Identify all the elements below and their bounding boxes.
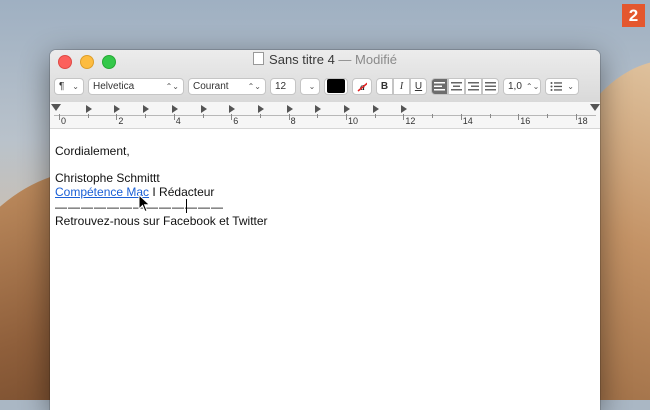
ruler-tick [403,114,405,120]
tab-stop-marker[interactable] [372,105,379,113]
font-family-value: Helvetica [93,80,135,92]
signature-role: I Rédacteur [149,185,215,199]
font-style-value: Courant [193,80,229,92]
chevron-down-icon: ⌄ [567,81,574,91]
align-center-icon [451,81,462,90]
ruler-tick [489,114,491,118]
ruler-tick [432,114,434,118]
italic-button[interactable]: I [393,77,410,95]
ruler-tick [546,114,548,118]
signature-title-line: Compétence Mac I Rédacteur [55,185,214,199]
left-margin-marker[interactable] [51,104,61,111]
modified-indicator: — Modifié [334,52,397,67]
ruler-tick [288,114,290,120]
ruler-number: 18 [577,116,588,126]
link-competence-mac[interactable]: Compétence Mac [55,185,149,199]
font-family-popup[interactable]: Helvetica ⌃⌄ [88,77,184,95]
updown-chevron-icon: ⌃⌄ [247,81,261,91]
tab-stop-marker[interactable] [114,105,121,113]
paragraph-style-popup[interactable]: ¶ ⌄ [54,77,84,95]
ruler-tick [518,114,520,120]
updown-chevron-icon: ⌃⌄ [165,81,179,91]
highlight-color-well[interactable]: a [352,77,372,95]
ruler-number: 16 [520,116,531,126]
justify-icon [485,81,496,90]
document-text-area[interactable]: Cordialement, Christophe Schmittt Compét… [50,129,600,410]
right-margin-marker[interactable] [590,104,600,111]
font-size-value: 12 [275,80,287,92]
font-size-menu[interactable]: ⌄ [300,77,320,95]
bold-button[interactable]: B [376,77,393,95]
tab-stop-marker[interactable] [286,105,293,113]
ruler-number: 6 [233,116,239,126]
list-bullets-popup[interactable]: ⌄ [545,77,579,95]
alignment-group [431,77,499,95]
ruler-tick [116,114,118,120]
font-style-popup[interactable]: Courant ⌃⌄ [188,77,266,95]
ruler-tick [374,114,376,118]
align-center-button[interactable] [448,77,465,95]
window-title-text: Sans titre 4 [269,52,335,67]
tab-stop-marker[interactable] [315,105,322,113]
align-right-button[interactable] [465,77,482,95]
tab-stop-marker[interactable] [401,105,408,113]
ruler-baseline [54,115,596,116]
tab-stop-marker[interactable] [85,105,92,113]
textedit-window: Sans titre 4 — Modifié ¶ ⌄ Helvetica ⌃⌄ Co… [50,50,600,410]
text-color-swatch [327,79,345,93]
ruler-tick [202,114,204,118]
text-caret [186,199,187,213]
align-right-icon [468,81,479,90]
ruler-number: 8 [290,116,296,126]
ruler-tick [259,114,261,118]
tab-stop-marker[interactable] [143,105,150,113]
chevron-down-icon: ⌄ [72,81,79,91]
ruler[interactable]: 0 2 4 6 8 10 12 14 16 18 [50,102,600,129]
ruler-tick [59,114,60,120]
ruler-tick [173,114,175,120]
justify-button[interactable] [482,77,499,95]
title-bar: Sans titre 4 — Modifié ¶ ⌄ Helvetica ⌃⌄ Co… [50,50,600,103]
signature-name: Christophe Schmittt [55,171,160,185]
style-button-group: B I U [376,77,427,95]
closing-line: Cordialement, [55,144,130,158]
tab-stop-marker[interactable] [257,105,264,113]
text-color-well[interactable] [324,77,348,95]
no-highlight-icon: a [357,82,367,92]
line-spacing-popup[interactable]: 1,0 ⌃⌄ [503,77,541,95]
underline-button[interactable]: U [410,77,427,95]
ruler-tick [575,114,577,120]
ruler-number: 0 [61,116,67,126]
window-title: Sans titre 4 — Modifié [50,52,600,67]
ruler-number: 2 [118,116,124,126]
tab-stop-marker[interactable] [229,105,236,113]
social-line: Retrouvez-nous sur Facebook et Twitter [55,214,268,228]
mouse-pointer-icon [138,194,151,213]
step-badge: 2 [622,4,645,27]
ruler-number: 4 [175,116,181,126]
ruler-tick [460,114,462,120]
align-left-icon [434,81,445,90]
ruler-number: 12 [405,116,416,126]
chevron-down-icon: ⌄ [308,81,316,91]
ruler-tick [346,114,347,120]
tab-stop-marker[interactable] [344,105,350,113]
ruler-tick [231,114,233,120]
tab-stop-marker[interactable] [200,105,207,113]
ruler-number: 14 [462,116,473,126]
ruler-tick [145,114,147,118]
align-left-button[interactable] [431,77,448,95]
paragraph-icon: ¶ [59,80,65,92]
line-spacing-value: 1,0 [508,80,522,92]
document-icon [253,52,265,65]
tab-stop-marker[interactable] [171,105,178,113]
ruler-tick [87,114,89,118]
ruler-tick [317,114,319,118]
format-toolbar: ¶⌄ Helvetica⌃⌄ Courant⌃⌄ 12 ⌄ a [54,76,596,96]
ruler-number: 10 [348,116,359,126]
font-size-field[interactable]: 12 [270,77,296,95]
updown-chevron-icon: ⌃⌄ [525,81,540,91]
list-icon [550,81,562,91]
